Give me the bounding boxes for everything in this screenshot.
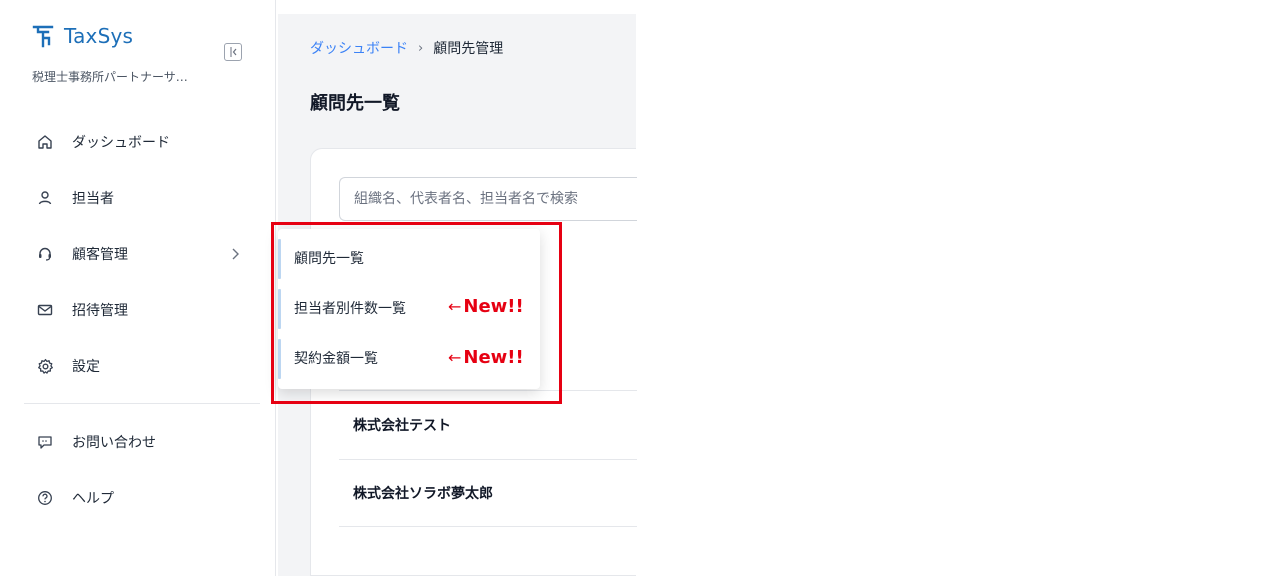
brand-name: TaxSys [64,24,134,48]
left-arrow-icon: ← [448,297,462,316]
submenu-item-client-list[interactable]: 顧問先一覧 [278,233,540,283]
sidebar-item-label: お問い合わせ [72,435,156,451]
sidebar-item-invitations[interactable]: 招待管理 [24,282,260,338]
taxsys-logo-icon [32,25,54,48]
submenu-item-label: 担当者別件数一覧 [294,301,406,317]
collapse-sidebar-button[interactable] [224,43,242,61]
gear-icon [36,357,54,375]
new-annotation: ← New!! [448,347,524,368]
sidebar-bottom-nav: お問い合わせ ヘルプ [24,414,260,526]
submenu-indicator [278,289,281,329]
sidebar-item-label: ヘルプ [72,491,114,507]
sidebar-item-label: ダッシュボード [72,135,170,151]
page-title: 顧問先一覧 [310,93,400,114]
chevron-right-icon [230,246,240,265]
user-icon [36,189,54,207]
sidebar-item-dashboard[interactable]: ダッシュボード [24,114,260,170]
search-input[interactable] [339,177,637,221]
new-label: New!! [463,296,524,317]
client-name: 株式会社ソラボ夢太郎 [353,486,493,502]
submenu-indicator [278,239,281,279]
sidebar-item-help[interactable]: ヘルプ [24,470,260,526]
table-row[interactable]: 株式会社テスト [339,390,637,458]
sidebar-item-label: 招待管理 [72,303,128,319]
home-icon [36,133,54,151]
client-name: 株式会社テスト [353,417,451,434]
submenu-item-label: 顧問先一覧 [294,251,364,267]
breadcrumb-link-dashboard[interactable]: ダッシュボード [310,38,408,58]
sidebar-item-label: 設定 [72,359,100,375]
collapse-icon [230,47,237,57]
sidebar-item-settings[interactable]: 設定 [24,338,260,394]
sidebar-item-staff[interactable]: 担当者 [24,170,260,226]
headset-icon [36,245,54,263]
sidebar-item-contact[interactable]: お問い合わせ [24,414,260,470]
table-row[interactable]: 株式会社ソラボ夢太郎 [339,459,637,527]
breadcrumb: ダッシュボード › 顧問先管理 [310,38,503,58]
new-annotation: ← New!! [448,296,524,317]
left-arrow-icon: ← [448,348,462,367]
brand[interactable]: TaxSys [32,24,133,48]
breadcrumb-separator: › [418,40,424,56]
sidebar: TaxSys 税理士事務所パートナーサ… ダッシュボード 担当者 顧客管理 招待… [0,0,276,576]
sidebar-item-label: 担当者 [72,191,114,207]
mail-icon [36,301,54,319]
breadcrumb-current: 顧問先管理 [433,41,504,57]
sidebar-divider [24,403,260,404]
submenu-item-label: 契約金額一覧 [294,351,378,367]
new-label: New!! [463,347,524,368]
help-icon [36,489,54,507]
submenu-indicator [278,339,281,379]
sidebar-item-customers[interactable]: 顧客管理 [24,226,260,282]
sidebar-item-label: 顧客管理 [72,247,128,263]
sidebar-nav: ダッシュボード 担当者 顧客管理 招待管理 設定 [24,114,260,394]
organization-name: 税理士事務所パートナーサ… [32,70,188,84]
chat-icon [36,433,54,451]
